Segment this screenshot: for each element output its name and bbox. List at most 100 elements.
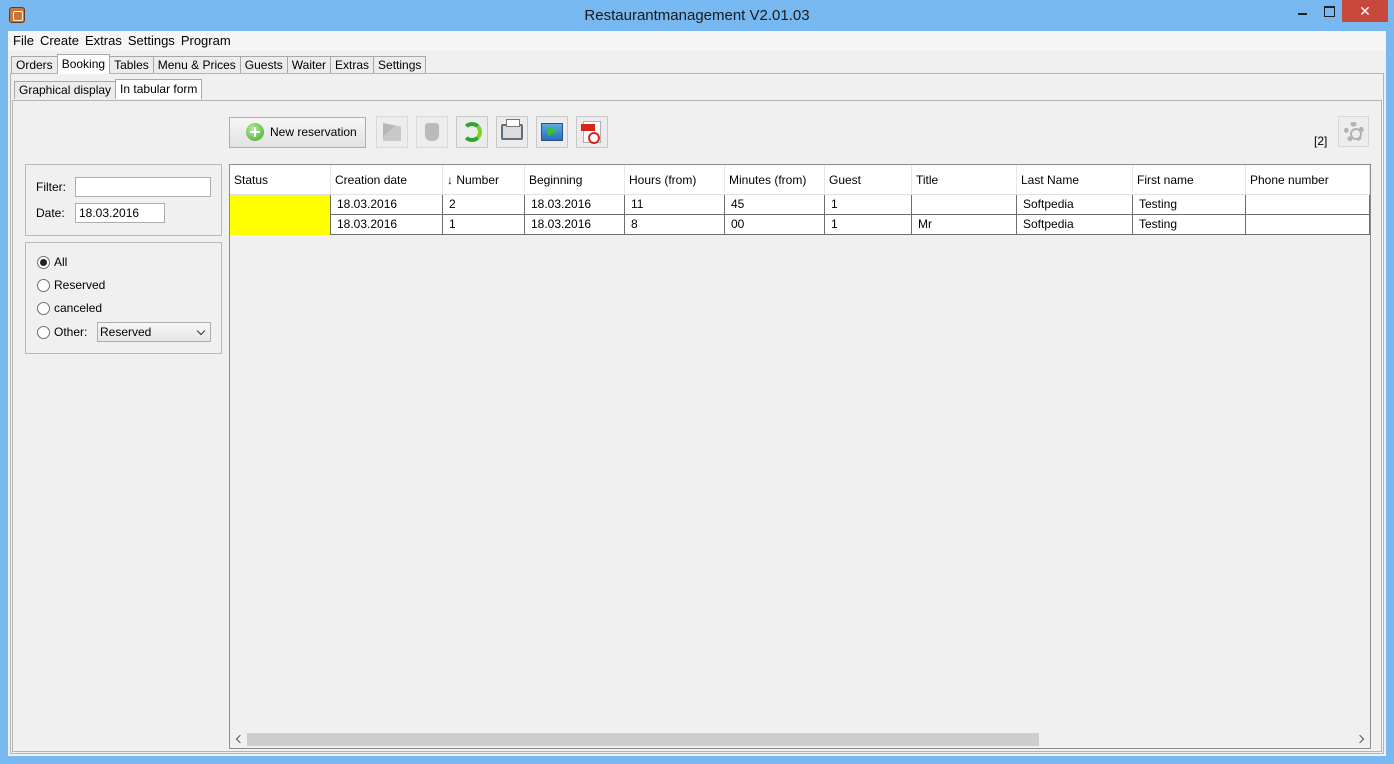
new-reservation-button[interactable]: New reservation: [229, 116, 366, 148]
edit-button[interactable]: [376, 116, 408, 148]
pdf-button[interactable]: [576, 116, 608, 148]
column-header-beginning[interactable]: Beginning: [525, 165, 625, 195]
table-cell[interactable]: Testing: [1133, 215, 1246, 235]
radio-reserved[interactable]: Reserved: [37, 278, 105, 292]
table-cell[interactable]: 18.03.2016: [331, 195, 443, 215]
date-field[interactable]: 18.03.2016: [75, 203, 165, 223]
other-status-select[interactable]: Reserved: [97, 322, 211, 342]
tabular-panel: New reservation [2] Filter: Date: 18.03.…: [12, 100, 1382, 752]
booking-panel: Graphical display In tabular form New re…: [10, 73, 1384, 754]
app-window: Restaurantmanagement V2.01.03 ✕ File Cre…: [0, 0, 1394, 764]
status-cell[interactable]: [230, 215, 331, 235]
menu-extras[interactable]: Extras: [82, 31, 125, 51]
horizontal-scrollbar[interactable]: [230, 731, 1370, 748]
column-header-title[interactable]: Title: [912, 165, 1017, 195]
tab-graphical-display[interactable]: Graphical display: [14, 81, 117, 99]
minimize-button[interactable]: [1288, 0, 1316, 22]
table-cell[interactable]: 8: [625, 215, 725, 235]
table-cell[interactable]: 1: [443, 215, 525, 235]
table-cell[interactable]: Mr: [912, 215, 1017, 235]
tab-booking[interactable]: Booking: [56, 54, 111, 74]
radio-all-button[interactable]: [37, 255, 50, 269]
radio-canceled-label: canceled: [54, 301, 103, 315]
menu-create[interactable]: Create: [37, 31, 82, 51]
column-header-phone[interactable]: Phone number: [1246, 165, 1370, 195]
pdf-icon: [581, 121, 601, 144]
status-cell[interactable]: [230, 195, 331, 215]
column-header-guest[interactable]: Guest: [825, 165, 912, 195]
filter-row: Filter:: [36, 177, 211, 197]
settings-button[interactable]: [1338, 116, 1369, 147]
table-cell[interactable]: 45: [725, 195, 825, 215]
table-cell[interactable]: 18.03.2016: [525, 195, 625, 215]
table-cell[interactable]: [1246, 215, 1370, 235]
radio-other-label: Other:: [54, 325, 88, 339]
radio-canceled-button[interactable]: [37, 301, 50, 315]
radio-reserved-button[interactable]: [37, 278, 50, 292]
new-reservation-label: New reservation: [270, 125, 357, 139]
radio-all[interactable]: All: [37, 255, 67, 269]
print-button[interactable]: [496, 116, 528, 148]
filter-input[interactable]: [75, 177, 211, 197]
main-tab-strip: Orders Booking Tables Menu & Prices Gues…: [11, 54, 427, 74]
refresh-icon: [462, 122, 482, 142]
menu-program[interactable]: Program: [178, 31, 234, 51]
export-button[interactable]: [536, 116, 568, 148]
tab-waiter[interactable]: Waiter: [286, 56, 332, 74]
plus-icon: [246, 123, 264, 141]
tab-guests[interactable]: Guests: [239, 56, 288, 74]
title-bar[interactable]: Restaurantmanagement V2.01.03 ✕: [0, 0, 1394, 31]
table-cell[interactable]: 1: [825, 215, 912, 235]
table-cell[interactable]: 1: [825, 195, 912, 215]
column-header-hours[interactable]: Hours (from): [625, 165, 725, 195]
column-header-minutes[interactable]: Minutes (from): [725, 165, 825, 195]
scrollbar-thumb[interactable]: [247, 733, 1039, 746]
radio-other[interactable]: Other:: [37, 325, 87, 339]
sub-tab-strip: Graphical display In tabular form: [14, 79, 203, 100]
date-row: Date: 18.03.2016: [36, 203, 165, 223]
menu-file[interactable]: File: [10, 31, 37, 51]
tab-orders[interactable]: Orders: [11, 56, 58, 74]
delete-icon: [425, 123, 439, 141]
radio-reserved-label: Reserved: [54, 278, 106, 292]
tab-tabular-form[interactable]: In tabular form: [115, 79, 203, 99]
record-count: [2]: [1314, 134, 1328, 148]
table-cell[interactable]: 2: [443, 195, 525, 215]
tab-settings[interactable]: Settings: [373, 56, 427, 74]
delete-button[interactable]: [416, 116, 448, 148]
table-cell[interactable]: 00: [725, 215, 825, 235]
table-cell[interactable]: Testing: [1133, 195, 1246, 215]
tab-extras[interactable]: Extras: [330, 56, 375, 74]
radio-canceled[interactable]: canceled: [37, 301, 102, 315]
refresh-button[interactable]: [456, 116, 488, 148]
menu-settings[interactable]: Settings: [125, 31, 178, 51]
table-cell[interactable]: Softpedia: [1017, 215, 1133, 235]
table-cell[interactable]: [1246, 195, 1370, 215]
scroll-left-icon[interactable]: [235, 734, 245, 744]
column-header-status[interactable]: Status: [230, 165, 331, 195]
radio-other-button[interactable]: [37, 325, 50, 339]
table-row[interactable]: 18.03.2016 2 18.03.2016 11 45 1 Softpedi…: [230, 195, 1370, 215]
chevron-down-icon: [196, 326, 206, 336]
tab-tables[interactable]: Tables: [109, 56, 154, 74]
print-icon: [501, 119, 523, 140]
table-cell[interactable]: 18.03.2016: [331, 215, 443, 235]
table-cell[interactable]: [912, 195, 1017, 215]
column-header-first-name[interactable]: First name: [1133, 165, 1246, 195]
date-label: Date:: [36, 206, 65, 220]
scroll-right-icon[interactable]: [1355, 734, 1365, 744]
table-row[interactable]: 18.03.2016 1 18.03.2016 8 00 1 Mr Softpe…: [230, 215, 1370, 235]
column-header-number[interactable]: ↓ Number: [443, 165, 525, 195]
table-cell[interactable]: Softpedia: [1017, 195, 1133, 215]
toolbar: New reservation: [229, 116, 608, 148]
table-header: Status Creation date ↓ Number Beginning …: [230, 165, 1370, 195]
tab-menu-prices[interactable]: Menu & Prices: [152, 56, 241, 74]
table-cell[interactable]: 11: [625, 195, 725, 215]
table-cell[interactable]: 18.03.2016: [525, 215, 625, 235]
close-button[interactable]: ✕: [1342, 0, 1388, 22]
column-header-creation-date[interactable]: Creation date: [331, 165, 443, 195]
export-icon: [541, 123, 563, 141]
gear-icon: [1343, 121, 1364, 142]
maximize-button[interactable]: [1316, 0, 1342, 22]
column-header-last-name[interactable]: Last Name: [1017, 165, 1133, 195]
